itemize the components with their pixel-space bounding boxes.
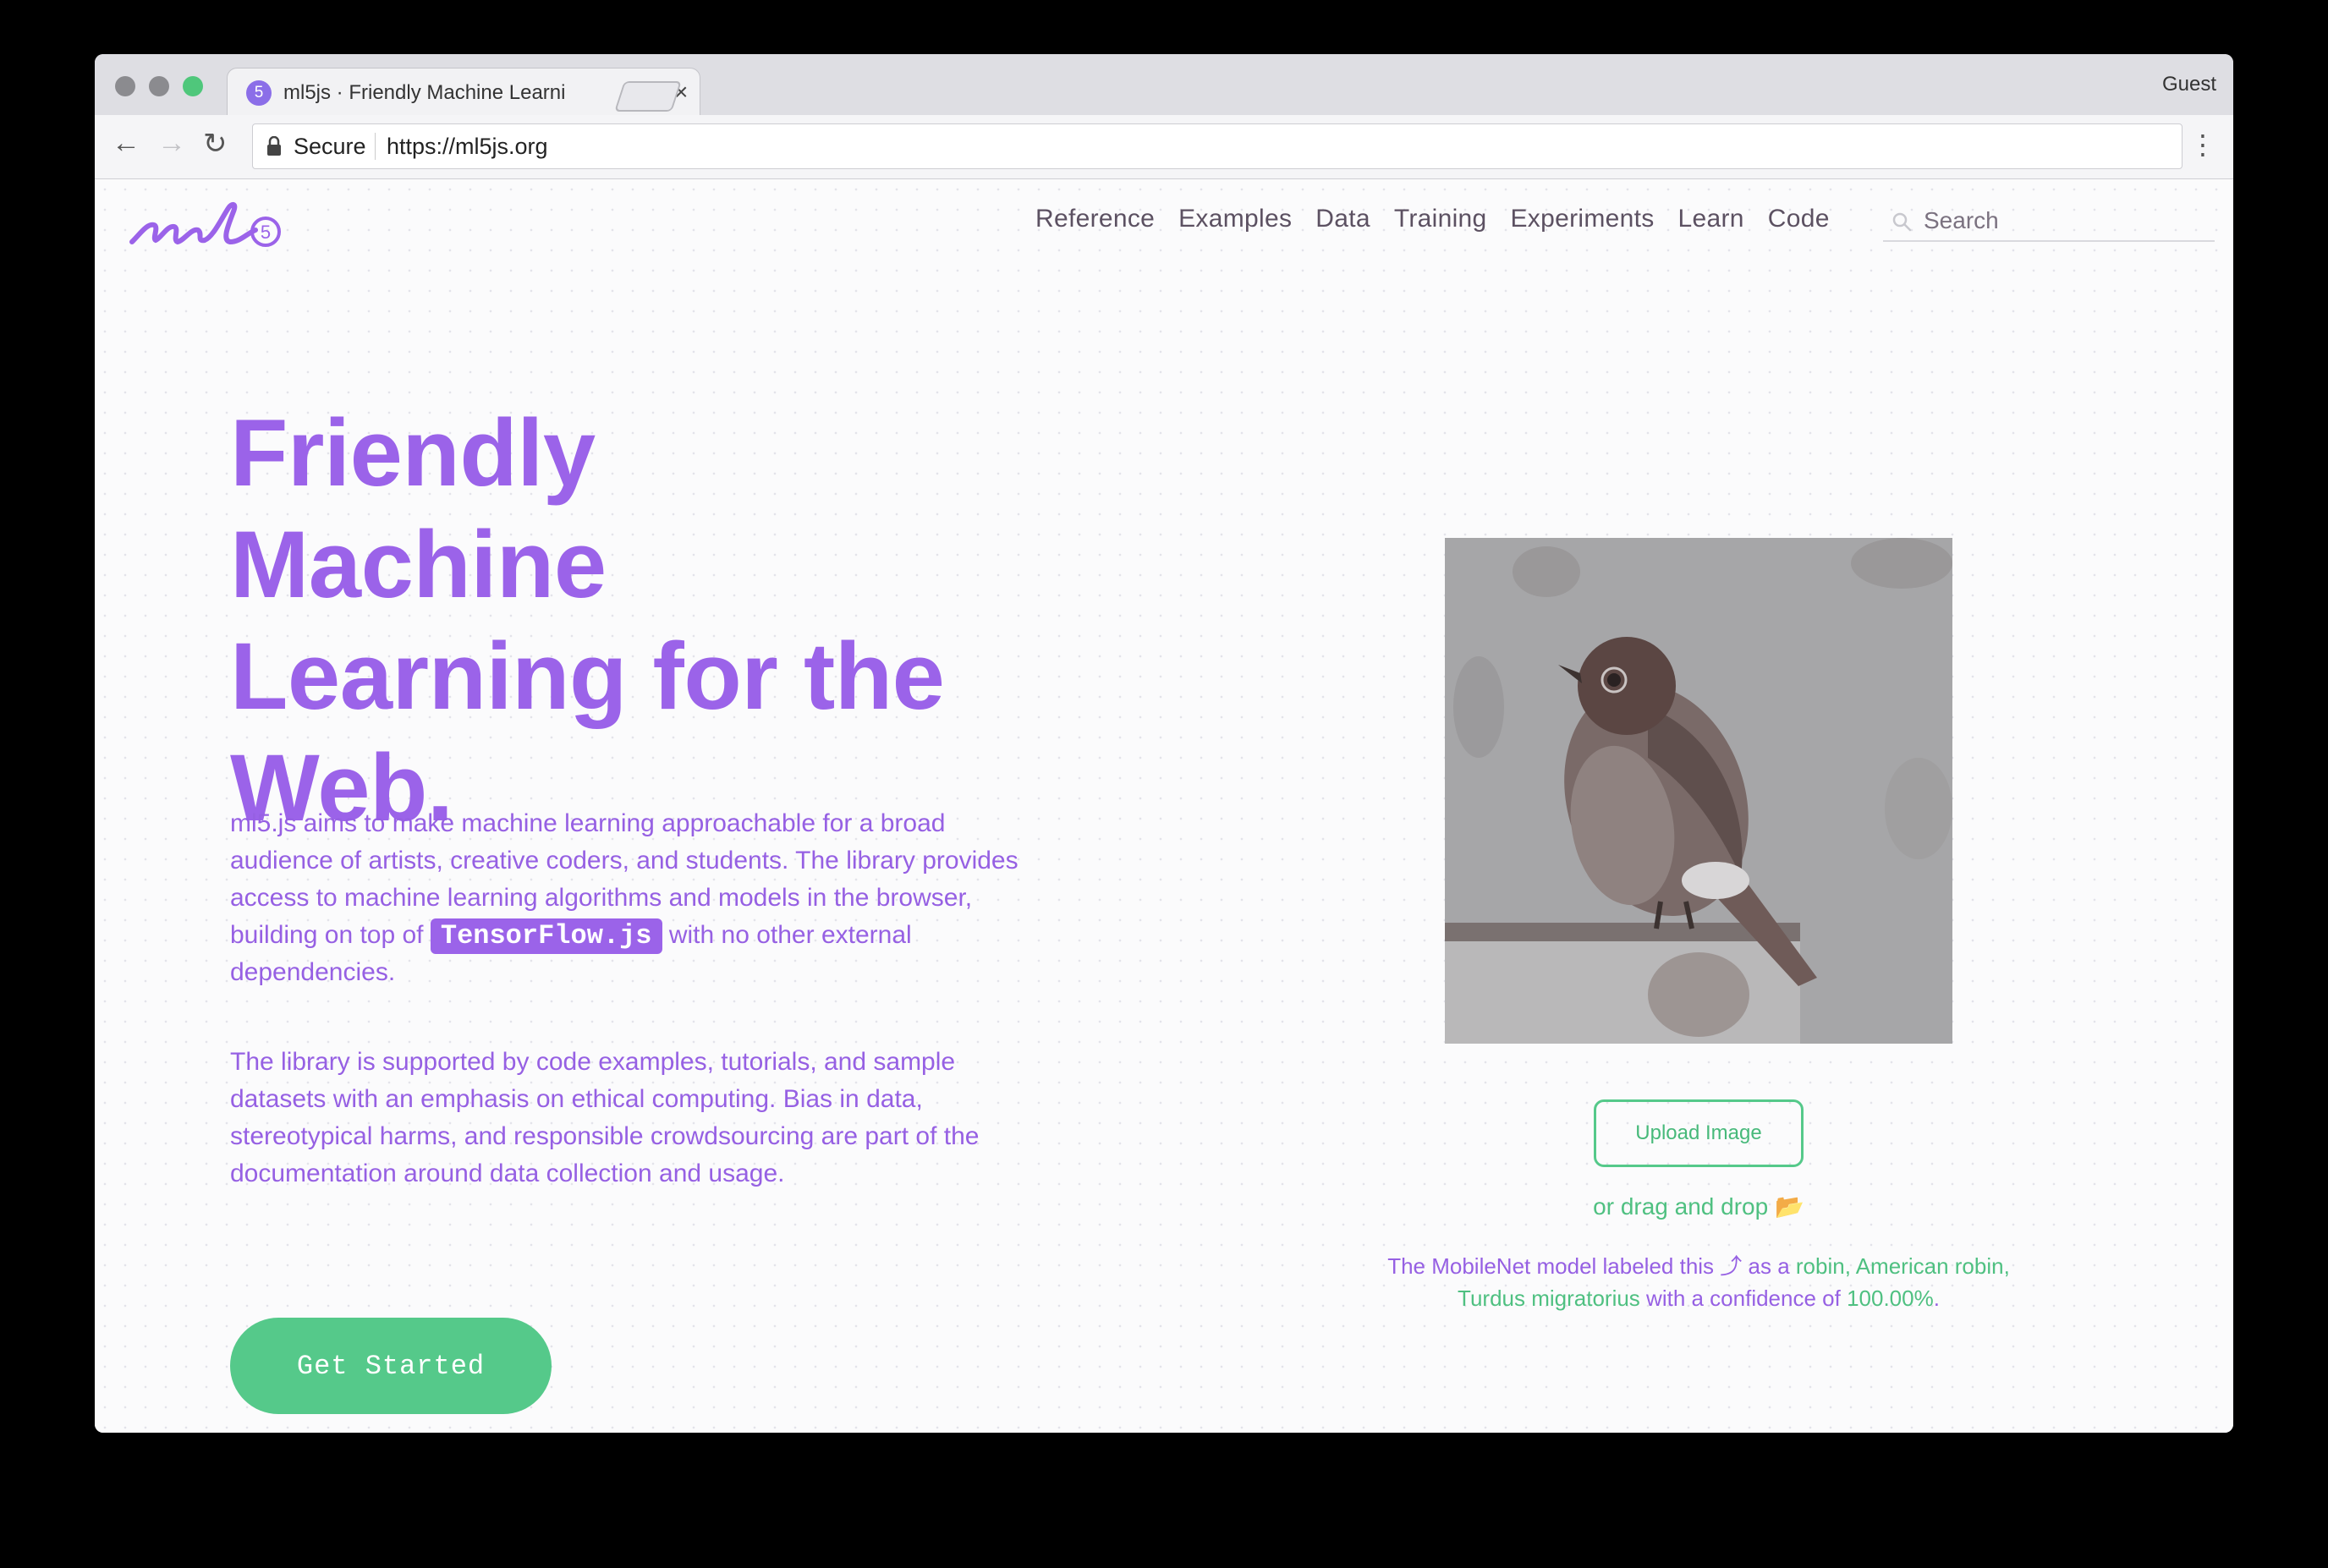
logo-badge: 5 — [261, 222, 271, 243]
arrow-left-icon[interactable]: ← — [112, 127, 140, 160]
nav-item-data[interactable]: Data — [1315, 205, 1370, 233]
browser-toolbar: ← → ↻ Secure https://ml5js.org ⋮ — [95, 115, 2233, 179]
upload-image-button[interactable]: Upload Image — [1594, 1099, 1804, 1167]
web-page: 5 Reference Examples Data Training Exper… — [95, 179, 2233, 1433]
tab-title: ml5js · Friendly Machine Learni — [283, 81, 566, 104]
tab-strip: 5 ml5js · Friendly Machine Learni × Gues… — [95, 54, 2233, 117]
maximize-window-button[interactable] — [183, 76, 203, 96]
search-box — [1883, 201, 2215, 242]
intro-paragraph: ml5.js aims to make machine learning app… — [230, 805, 1042, 991]
favicon-icon: 5 — [246, 80, 272, 106]
ml5-logo[interactable]: 5 — [129, 191, 289, 267]
close-window-button[interactable] — [115, 76, 135, 96]
main-nav: Reference Examples Data Training Experim… — [1035, 205, 1830, 233]
result-end: . — [1933, 1286, 1940, 1311]
lock-icon — [267, 136, 281, 156]
classification-result: The MobileNet model labeled this ⤴ as a … — [1360, 1250, 2037, 1314]
nav-item-reference[interactable]: Reference — [1035, 205, 1155, 233]
browser-window: 5 ml5js · Friendly Machine Learni × Gues… — [95, 54, 2233, 1433]
search-icon — [1892, 212, 1912, 232]
nav-item-learn[interactable]: Learn — [1678, 205, 1744, 233]
profile-label[interactable]: Guest — [2162, 73, 2216, 96]
get-started-button[interactable]: Get Started — [230, 1318, 552, 1414]
ethics-paragraph: The library is supported by code example… — [230, 1048, 980, 1187]
nav-item-examples[interactable]: Examples — [1178, 205, 1292, 233]
result-confidence: 100.00% — [1847, 1286, 1934, 1311]
url-divider — [375, 133, 376, 160]
minimize-window-button[interactable] — [149, 76, 169, 96]
nav-item-experiments[interactable]: Experiments — [1511, 205, 1655, 233]
result-prefix: The MobileNet model labeled this ⤴ as a — [1387, 1253, 1796, 1279]
search-input[interactable] — [1924, 205, 2203, 237]
nav-item-training[interactable]: Training — [1394, 205, 1487, 233]
tensorflow-link[interactable]: TensorFlow.js — [430, 918, 662, 954]
url-text[interactable]: https://ml5js.org — [387, 134, 548, 160]
nav-item-code[interactable]: Code — [1768, 205, 1830, 233]
drag-drop-hint: or drag and drop 📂 — [1593, 1193, 1804, 1220]
reload-icon[interactable]: ↻ — [203, 127, 228, 161]
more-vertical-icon[interactable]: ⋮ — [2189, 129, 2216, 161]
robin-image — [1445, 538, 1952, 1044]
new-tab-button[interactable] — [614, 81, 682, 112]
result-mid: with a confidence of — [1639, 1286, 1848, 1311]
address-bar[interactable]: Secure https://ml5js.org — [252, 123, 2182, 169]
arrow-right-icon[interactable]: → — [157, 127, 186, 160]
secure-label: Secure — [294, 134, 366, 159]
hero-title: Friendly Machine Learning for the Web. — [230, 400, 945, 841]
